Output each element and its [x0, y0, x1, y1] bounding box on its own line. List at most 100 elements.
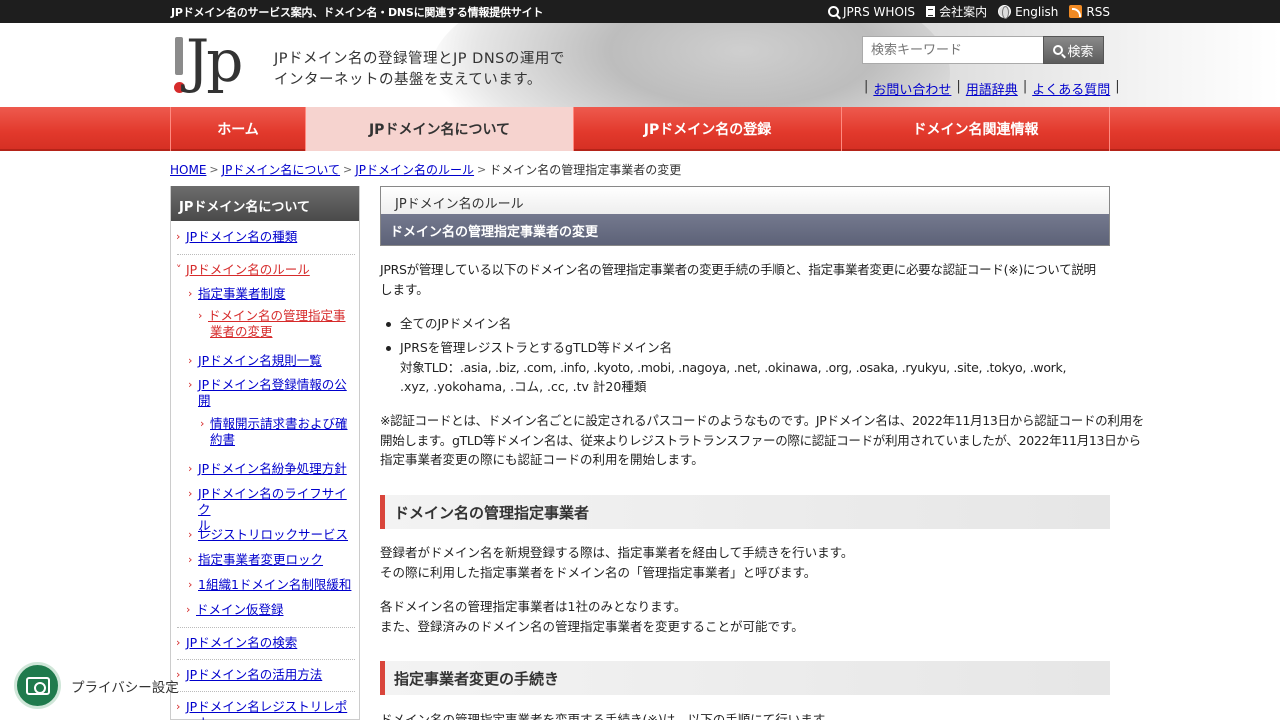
sidebar-item-provisional-registration[interactable]: › ドメイン仮登録 — [186, 602, 284, 618]
breadcrumb-rules[interactable]: JPドメイン名のルール — [355, 161, 474, 178]
sidebar-item-label[interactable]: JPドメイン名の種類 — [186, 229, 297, 244]
chevron-right-icon: › — [200, 417, 205, 430]
section1-paragraph-2: 各ドメイン名の管理指定事業者は1社のみとなります。 また、登録済みのドメイン名の… — [380, 597, 1110, 636]
sidebar-item-label[interactable]: JPドメイン名規則一覧 — [198, 353, 322, 368]
label-line-2: 業者の変更 — [210, 324, 273, 339]
nav-about-jp-domain[interactable]: JPドメイン名について — [306, 107, 574, 151]
sidebar-item-label[interactable]: ドメイン仮登録 — [196, 602, 284, 617]
sidebar-item-registry-report[interactable]: ›JPドメイン名レジストリレポート — [176, 699, 359, 720]
sidebar-item-disclosure-request[interactable]: › 情報開示請求書および確 約書 — [200, 416, 355, 448]
section-heading: ドメイン名の管理指定事業者 — [380, 495, 1110, 529]
chevron-right-icon: › — [188, 354, 193, 367]
section-heading: 指定事業者変更の手続き — [380, 661, 1110, 695]
bullet-item: JPRSを管理レジストラとするgTLD等ドメイン名 対象TLD：.asia, .… — [386, 338, 1110, 397]
breadcrumb-separator: > — [209, 163, 219, 176]
sidebar-item-label[interactable]: 指定事業者制度 — [198, 286, 286, 301]
sidebar-item-label[interactable]: JPドメイン名の活用方法 — [186, 667, 322, 682]
rss-icon — [1069, 5, 1083, 18]
sidebar-item-label[interactable]: 情報開示請求書および確 約書 — [210, 416, 348, 447]
chevron-right-icon: › — [176, 636, 181, 649]
breadcrumb-separator: > — [343, 163, 353, 176]
privacy-settings-button[interactable]: プライバシー設定 — [14, 662, 179, 709]
sidebar-item-label[interactable]: レジストリロックサービス — [198, 527, 348, 542]
site-header: Jp JPドメイン名の登録管理とJP DNSの運用で インターネットの基盤を支え… — [0, 23, 1280, 107]
intro-line-1: JPRSが管理している以下のドメイン名の管理指定事業者の変更手続の手順と、指定事… — [380, 262, 1096, 277]
company-link[interactable]: 会社案内 — [926, 3, 987, 20]
chevron-right-icon: › — [188, 287, 193, 300]
page-subtitle: JPドメイン名のルール — [381, 187, 1109, 214]
logo-red-dot — [174, 82, 185, 93]
sidebar-item-label[interactable]: JPドメイン名の検索 — [186, 635, 297, 650]
sidebar-item-registry-lock[interactable]: › レジストリロックサービス — [188, 527, 348, 543]
sidebar-item-usage[interactable]: › JPドメイン名の活用方法 — [176, 667, 322, 683]
tld-list-line-2: .xyz, .yokohama, .コム, .cc, .tv 計20種類 — [400, 379, 647, 394]
nav-domain-info[interactable]: ドメイン名関連情報 — [842, 107, 1110, 151]
rss-link[interactable]: RSS — [1069, 3, 1110, 20]
sidebar-item-search[interactable]: › JPドメイン名の検索 — [176, 635, 297, 651]
sidebar-item-label[interactable]: JPドメイン名のライフサイクル — [198, 486, 347, 533]
sidebar-item-label[interactable]: JPドメイン名紛争処理方針 — [198, 461, 347, 476]
bullet-item: 全てのJPドメイン名 — [385, 314, 511, 334]
label-line-2: 約書 — [210, 432, 236, 447]
sidebar-title: JPドメイン名について — [171, 186, 359, 221]
english-link-label: English — [1015, 4, 1059, 19]
sidebar-item-label[interactable]: JPドメイン名登録情報の公開 — [198, 377, 347, 408]
sidebar-item-label[interactable]: 1組織1ドメイン名制限緩和 — [198, 577, 351, 592]
sidebar-item-label[interactable]: JPドメイン名のルール — [186, 262, 310, 277]
help-separator: | — [1115, 79, 1120, 94]
sidebar-divider — [177, 627, 355, 628]
sidebar-item-whois-disclosure[interactable]: › JPドメイン名登録情報の公開 — [188, 377, 348, 409]
sidebar-divider — [177, 691, 355, 692]
jp-logo[interactable]: Jp — [172, 27, 252, 99]
label-line-1: JPドメイン名のライフサイク — [198, 486, 347, 517]
chevron-right-icon: › — [188, 487, 193, 500]
paragraph-line: その際に利用した指定事業者をドメイン名の「管理指定事業者」と呼びます。 — [380, 564, 817, 580]
main-nav: ホーム JPドメイン名について JPドメイン名の登録 ドメイン名関連情報 — [0, 107, 1280, 151]
sidebar-divider — [177, 254, 355, 255]
nav-home[interactable]: ホーム — [170, 107, 306, 151]
auth-code-note: ※認証コードとは、ドメイン名ごとに設定されるパスコードのようなものです。JPドメ… — [380, 411, 1144, 470]
sidebar-item-label[interactable]: 指定事業者変更ロック — [198, 552, 323, 567]
paragraph-line: また、登録済みのドメイン名の管理指定事業者を変更することが可能です。 — [380, 618, 804, 634]
sidebar-item-label[interactable]: ドメイン名の管理指定事 業者の変更 — [208, 308, 346, 339]
sidebar-item-registrar-system[interactable]: › 指定事業者制度 — [188, 286, 286, 302]
sidebar-item-dispute-policy[interactable]: › JPドメイン名紛争処理方針 — [188, 461, 347, 477]
page-title: ドメイン名の管理指定事業者の変更 — [381, 214, 1109, 245]
label-line-1: JPドメイン名登録情報の公 — [198, 377, 347, 392]
sidebar-item-rules[interactable]: ˅ JPドメイン名のルール — [176, 262, 310, 278]
help-separator: | — [864, 79, 869, 94]
sidebar-item-types[interactable]: › JPドメイン名の種類 — [176, 229, 297, 245]
privacy-settings-label: プライバシー設定 — [71, 679, 179, 696]
sidebar: JPドメイン名について › JPドメイン名の種類 ˅ JPドメイン名のルール › 指定… — [170, 186, 360, 720]
search-input[interactable] — [862, 36, 1044, 64]
logo-text: Jp — [186, 27, 243, 95]
breadcrumb-about[interactable]: JPドメイン名について — [222, 161, 340, 178]
site-tagline: JPドメイン名のサービス案内、ドメイン名・DNSに関連する情報提供サイト — [171, 6, 544, 19]
sidebar-item-one-domain-limit[interactable]: › 1組織1ドメイン名制限緩和 — [188, 577, 351, 593]
sidebar-item-registrar-change-lock[interactable]: › 指定事業者変更ロック — [188, 552, 323, 568]
chevron-right-icon: › — [188, 528, 193, 541]
sidebar-item-rules-list[interactable]: › JPドメイン名規則一覧 — [188, 353, 322, 369]
whois-link[interactable]: JPRS WHOIS — [828, 3, 915, 20]
sidebar-item-label[interactable]: JPドメイン名レジストリレポート — [186, 699, 347, 720]
faq-link[interactable]: よくある質問 — [1032, 79, 1110, 98]
whois-link-label: JPRS WHOIS — [843, 4, 916, 19]
contact-link[interactable]: お問い合わせ — [873, 79, 951, 98]
logo-exclamation-bar — [175, 37, 183, 75]
english-link[interactable]: English — [998, 3, 1058, 20]
help-links: | お問い合わせ | 用語辞典 | よくある質問 | — [864, 79, 1120, 98]
search-button[interactable]: 検索 — [1043, 36, 1104, 64]
nav-register-jp-domain[interactable]: JPドメイン名の登録 — [574, 107, 842, 151]
document-icon — [926, 6, 936, 17]
glossary-link[interactable]: 用語辞典 — [966, 79, 1018, 98]
breadcrumb-current: ドメイン名の管理指定事業者の変更 — [489, 163, 682, 177]
sidebar-item-change-registrar[interactable]: › ドメイン名の管理指定事 業者の変更 — [198, 308, 348, 340]
top-links: JPRS WHOIS 会社案内 English RSS — [828, 3, 1110, 20]
search-icon — [828, 6, 840, 17]
chevron-down-icon: ˅ — [176, 263, 182, 276]
catchphrase-line-2: インターネットの基盤を支えています。 — [274, 72, 542, 88]
breadcrumb: HOME > JPドメイン名について > JPドメイン名のルール > ドメイン名… — [170, 161, 681, 178]
chevron-right-icon: › — [188, 578, 193, 591]
breadcrumb-home[interactable]: HOME — [170, 163, 206, 177]
catchphrase-line-1: JPドメイン名の登録管理とJP DNSの運用で — [274, 51, 565, 67]
